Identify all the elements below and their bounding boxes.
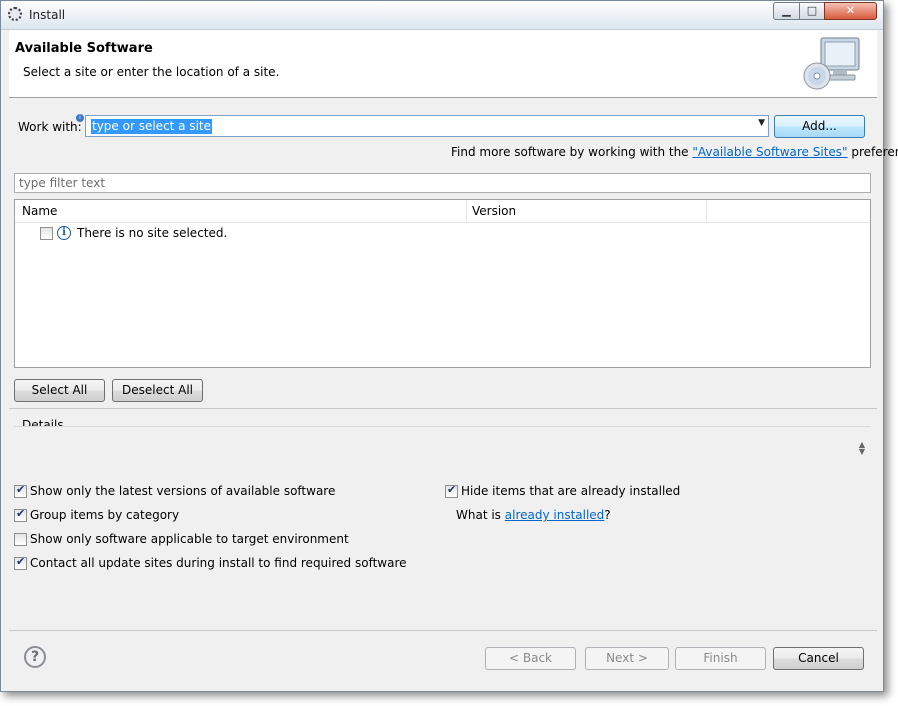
window-title: Install [29,8,66,22]
eclipse-icon [8,7,22,21]
chevron-down-icon[interactable]: ▼ [758,118,765,128]
target-environment-label: Show only software applicable to target … [30,532,349,546]
window-controls: ▁ □ ✕ [773,2,877,20]
hide-installed-checkbox[interactable] [445,483,458,498]
select-all-button[interactable]: Select All [14,379,105,402]
work-with-value[interactable]: type or select a site [91,119,213,134]
group-by-category-checkbox[interactable] [14,507,27,522]
row-label: There is no site selected. [77,226,228,240]
what-is-suffix: ? [604,508,611,522]
footer-divider [9,630,877,631]
target-environment-checkbox[interactable] [14,533,27,546]
already-installed-link[interactable]: already installed [505,508,605,522]
dialog-header: Available Software Select a site or ente… [9,30,877,98]
install-dialog: Install ▁ □ ✕ Available Software Select … [0,0,898,692]
work-with-combo[interactable]: type or select a site ▼ [85,115,769,137]
find-more-suffix: preferences. [851,145,898,159]
available-software-sites-link[interactable]: "Available Software Sites" [692,145,847,159]
column-separator[interactable] [466,200,467,222]
info-icon: i [57,226,71,240]
latest-versions-checkbox[interactable] [14,483,27,498]
column-separator[interactable] [706,200,707,222]
table-row[interactable]: i There is no site selected. [15,224,870,242]
group-by-category-label: Group items by category [30,508,180,522]
what-is-prefix: What is [456,508,505,522]
divider [9,408,877,409]
details-text-area[interactable]: ▲ ▼ [14,426,871,478]
hide-installed-label: Hide items that are already installed [461,484,681,498]
info-decoration-icon: i [76,114,84,122]
column-header-version[interactable]: Version [472,204,516,218]
software-table: Name Version i There is no site selected… [14,199,871,368]
table-header: Name Version [15,200,870,223]
column-header-name[interactable]: Name [22,204,57,218]
contact-update-sites-label: Contact all update sites during install … [30,556,407,570]
page-subtitle: Select a site or enter the location of a… [23,65,280,79]
back-button[interactable]: < Back [485,647,576,670]
add-site-button[interactable]: Add... [774,115,865,138]
details-section: Details ▲ ▼ [14,416,871,478]
row-checkbox[interactable] [40,227,53,240]
close-button[interactable]: ✕ [824,2,877,20]
filter-input[interactable]: type filter text [14,173,871,193]
next-button[interactable]: Next > [585,647,669,670]
install-monitor-cd-icon [803,37,860,90]
find-more-prefix: Find more software by working with the [451,145,693,159]
filter-placeholder: type filter text [19,176,106,190]
what-is-installed-text: What is already installed? [456,508,611,522]
scroll-arrows-icon[interactable]: ▲ ▼ [859,441,865,456]
work-with-label: Work with: [18,120,82,134]
title-bar[interactable]: Install ▁ □ ✕ [1,1,883,30]
help-icon[interactable]: ? [24,646,46,668]
minimize-button[interactable]: ▁ [773,2,800,20]
deselect-all-button[interactable]: Deselect All [112,379,203,402]
contact-update-sites-checkbox[interactable] [14,555,27,570]
finish-button[interactable]: Finish [675,647,766,670]
cancel-button[interactable]: Cancel [773,647,864,670]
find-more-text: Find more software by working with the "… [451,145,898,159]
maximize-button[interactable]: □ [799,2,825,20]
page-title: Available Software [15,41,153,56]
latest-versions-label: Show only the latest versions of availab… [30,484,336,498]
